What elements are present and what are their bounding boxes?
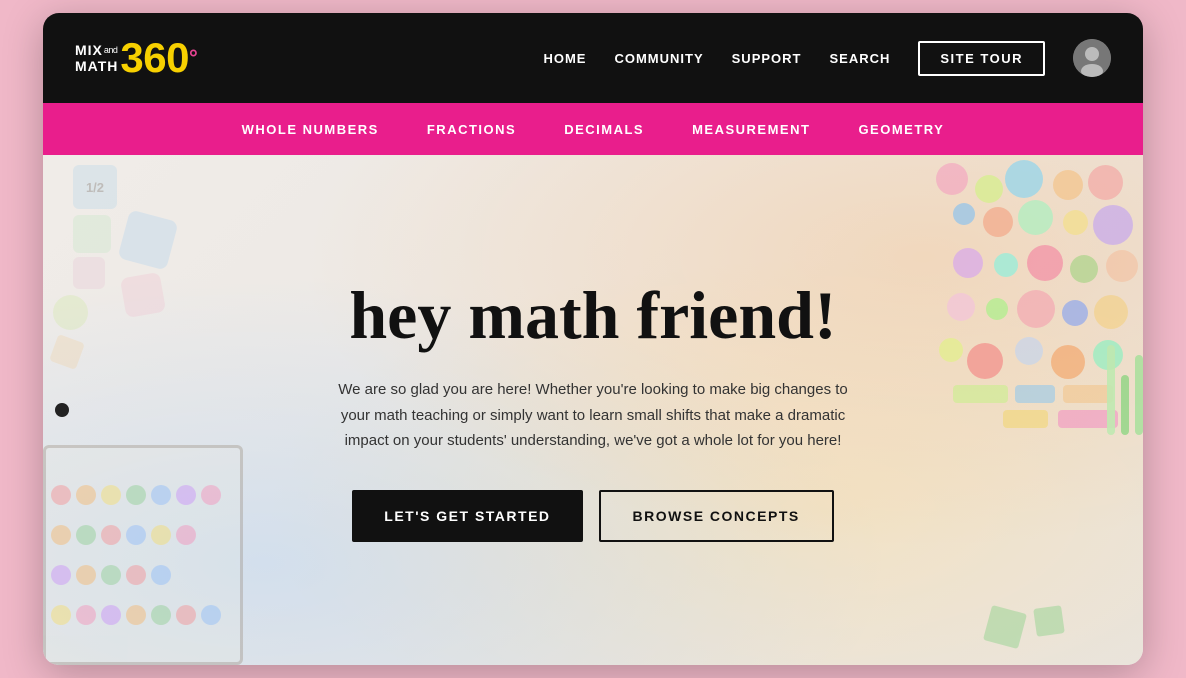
lets-get-started-button[interactable]: LET'S GET STARTED: [352, 490, 582, 542]
site-tour-button[interactable]: SITE TOUR: [918, 41, 1045, 76]
logo-degree: °: [189, 47, 197, 69]
hero-section: 1/2: [43, 155, 1143, 665]
carousel-dot[interactable]: [55, 403, 69, 417]
navbar: MIX and MATH 360° HOME COMMUNITY SUPPORT…: [43, 13, 1143, 103]
logo-and: and: [104, 45, 118, 55]
nav-geometry[interactable]: GEOMETRY: [858, 122, 944, 137]
logo-math: MATH: [75, 58, 118, 74]
browse-concepts-button[interactable]: BROWSE CONCEPTS: [599, 490, 834, 542]
logo[interactable]: MIX and MATH 360°: [75, 37, 197, 79]
nav-fractions[interactable]: FRACTIONS: [427, 122, 516, 137]
nav-home[interactable]: HOME: [543, 51, 586, 66]
nav-decimals[interactable]: DECIMALS: [564, 122, 644, 137]
nav-measurement[interactable]: MEASUREMENT: [692, 122, 810, 137]
nav-search[interactable]: SEARCH: [829, 51, 890, 66]
secondary-nav: WHOLE NUMBERS FRACTIONS DECIMALS MEASURE…: [43, 103, 1143, 155]
nav-whole-numbers[interactable]: WHOLE NUMBERS: [242, 122, 379, 137]
nav-community[interactable]: COMMUNITY: [614, 51, 703, 66]
nav-links: HOME COMMUNITY SUPPORT SEARCH SITE TOUR: [543, 39, 1111, 77]
logo-360: 360: [120, 37, 189, 79]
nav-support[interactable]: SUPPORT: [732, 51, 802, 66]
hero-title: hey math friend!: [333, 278, 853, 353]
logo-mix: MIX: [75, 42, 103, 58]
hero-content: hey math friend! We are so glad you are …: [313, 238, 873, 581]
hero-buttons: LET'S GET STARTED BROWSE CONCEPTS: [333, 490, 853, 542]
hero-subtitle: We are so glad you are here! Whether you…: [333, 377, 853, 454]
browser-frame: MIX and MATH 360° HOME COMMUNITY SUPPORT…: [43, 13, 1143, 665]
user-avatar[interactable]: [1073, 39, 1111, 77]
